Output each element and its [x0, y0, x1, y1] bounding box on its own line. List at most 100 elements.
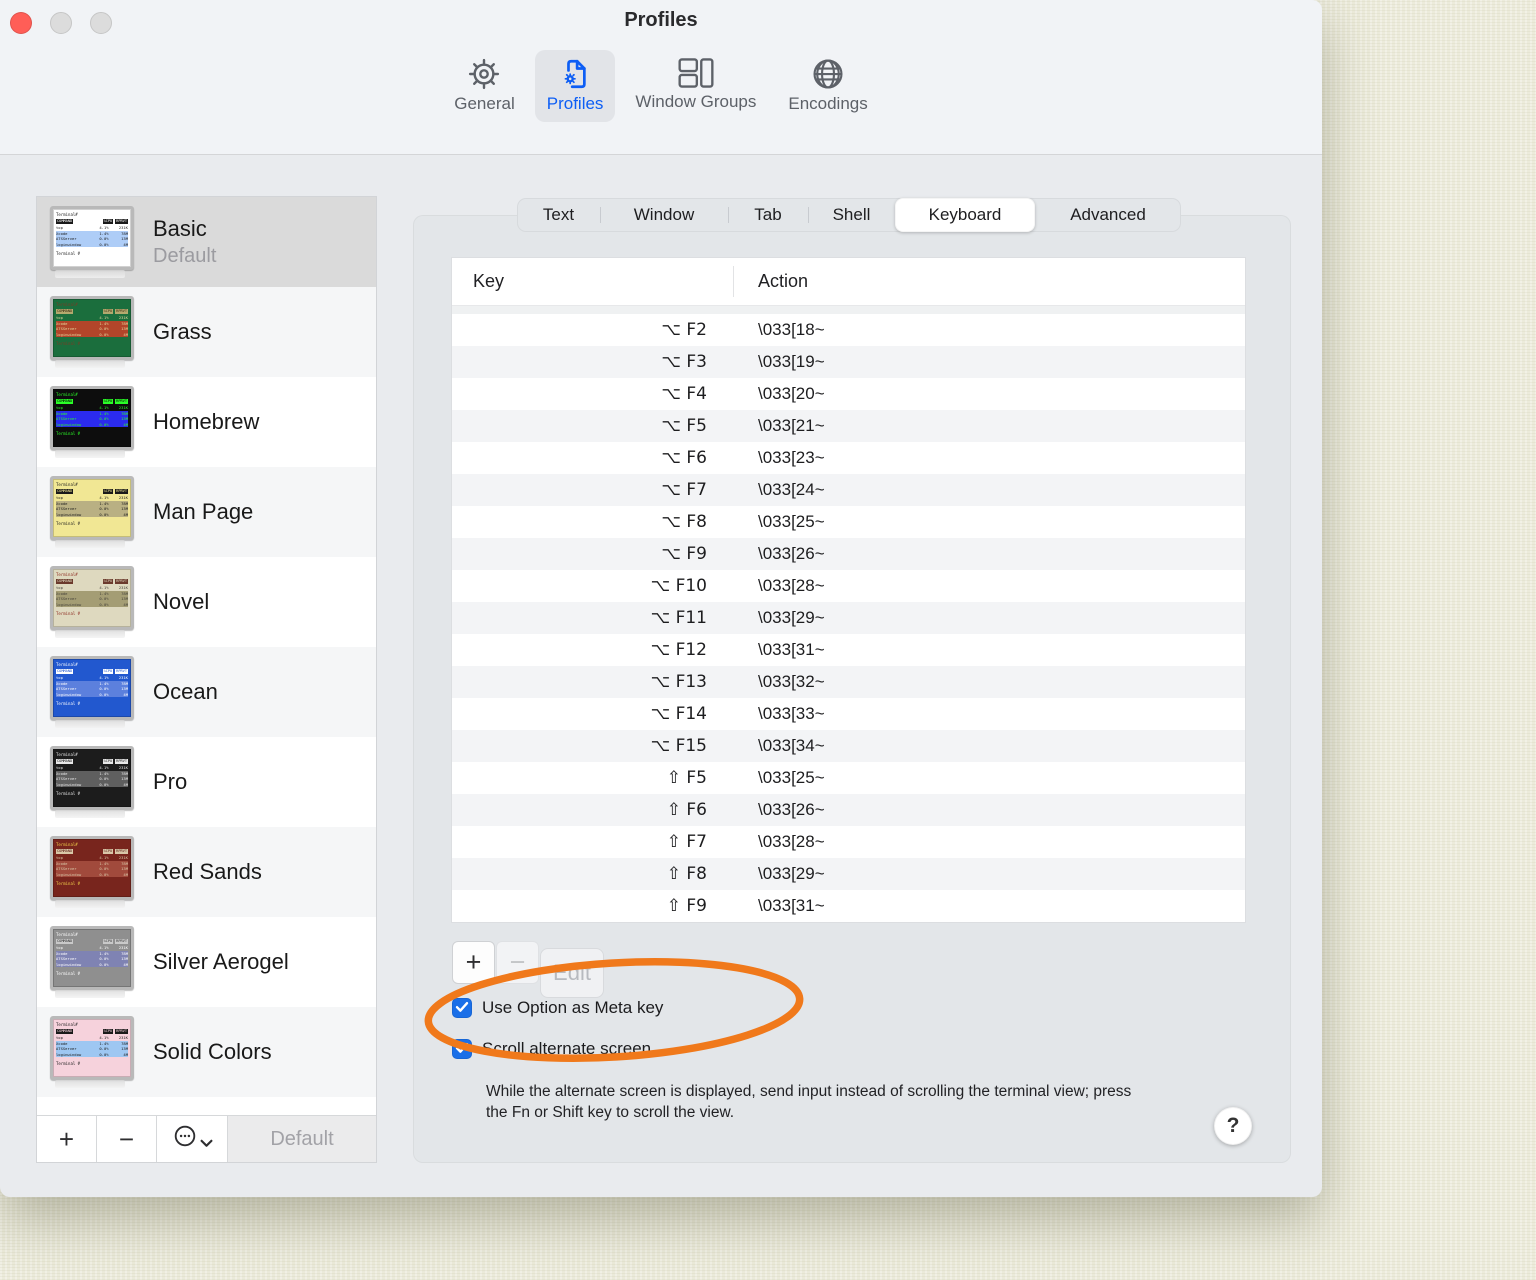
alternate-screen-help-text: While the alternate screen is displayed,… [486, 1083, 1132, 1121]
thumbnail-terminal-title: Terminal# [56, 662, 78, 667]
profile-thumbnail: Terminal# COMMAND %CPU RPRVT top 4.1% 231K… [50, 1016, 134, 1080]
settings-tab-window[interactable]: Window [600, 198, 728, 232]
thumbnail-process-row: loginwindow 0.0% 4M [56, 691, 128, 698]
profile-name: Red Sands [153, 859, 262, 884]
key-mapping-row[interactable]: ⇧ F6 \033[26~ [452, 794, 1245, 826]
desktop: Profiles General Profiles Window Groups … [0, 0, 1536, 1280]
toolbar-item-general[interactable]: General [442, 50, 526, 122]
thumbnail-reflection [55, 810, 125, 818]
use-option-as-meta-checkbox[interactable] [452, 998, 472, 1018]
profile-document-icon [558, 57, 592, 91]
thumbnail-terminal-title: Terminal# [56, 302, 78, 307]
action-cell: \033[21~ [758, 416, 825, 435]
table-header: Key Action [452, 258, 1245, 306]
thumbnail-header-row: COMMAND %CPU RPRVT [56, 849, 128, 854]
key-mapping-row[interactable]: ⌥ F9 \033[26~ [452, 538, 1245, 570]
thumbnail-header-row: COMMAND %CPU RPRVT [56, 579, 128, 584]
key-mapping-row[interactable]: ⌥ F5 \033[21~ [452, 410, 1245, 442]
profile-list-item[interactable]: Terminal# COMMAND %CPU RPRVT top 4.1% 231K… [37, 647, 376, 737]
remove-key-button[interactable]: − [496, 941, 539, 984]
settings-tab-tab[interactable]: Tab [728, 198, 808, 232]
profile-list-item[interactable]: Terminal# COMMAND %CPU RPRVT top 4.1% 231K… [37, 827, 376, 917]
thumbnail-reflection [55, 990, 125, 998]
thumbnail-process-row: loginwindow 0.0% 4M [56, 961, 128, 968]
action-cell: \033[34~ [758, 736, 825, 755]
key-mapping-row[interactable]: ⌥ F4 \033[20~ [452, 378, 1245, 410]
profile-thumbnail: Terminal# COMMAND %CPU RPRVT top 4.1% 231K… [50, 836, 134, 900]
thumbnail-header-row: COMMAND %CPU RPRVT [56, 939, 128, 944]
key-mapping-row[interactable]: ⇧ F7 \033[28~ [452, 826, 1245, 858]
toolbar-item-encodings[interactable]: Encodings [776, 50, 879, 122]
thumbnail-header-row: COMMAND %CPU RPRVT [56, 219, 128, 224]
profile-list-item[interactable]: Terminal# COMMAND %CPU RPRVT top 4.1% 231K… [37, 557, 376, 647]
thumbnail-process-row: loginwindow 0.0% 4M [56, 601, 128, 608]
key-mapping-row[interactable]: ⌥ F6 \033[23~ [452, 442, 1245, 474]
thumbnail-process-row: loginwindow 0.0% 4M [56, 511, 128, 518]
thumbnail-process-row: loginwindow 0.0% 4M [56, 241, 128, 248]
thumbnail-reflection [55, 630, 125, 638]
checkbox-label[interactable]: Use Option as Meta key [482, 998, 663, 1018]
add-key-button[interactable]: + [452, 941, 495, 984]
thumbnail-prompt: Terminal # [56, 611, 81, 617]
gear-icon [467, 57, 501, 91]
chevron-down-icon [200, 1124, 213, 1155]
sidebar-action-bar: + − Default [37, 1115, 376, 1162]
thumbnail-process-row: loginwindow 0.0% 4M [56, 421, 128, 428]
profile-name: Grass [153, 319, 212, 344]
action-cell: \033[26~ [758, 544, 825, 563]
toolbar-item-window-groups[interactable]: Window Groups [623, 50, 768, 120]
thumbnail-prompt: Terminal # [56, 1061, 81, 1067]
checkbox-label[interactable]: Scroll alternate screen [482, 1039, 651, 1059]
set-default-button[interactable]: Default [228, 1116, 376, 1162]
key-mapping-row[interactable]: ⇧ F5 \033[25~ [452, 762, 1245, 794]
thumbnail-prompt: Terminal # [56, 521, 81, 527]
profile-list-item[interactable]: Terminal# COMMAND %CPU RPRVT top 4.1% 231K… [37, 917, 376, 1007]
key-mapping-row[interactable]: ⌥ F15 \033[34~ [452, 730, 1245, 762]
column-header-action[interactable]: Action [758, 271, 808, 292]
settings-tab-keyboard[interactable]: Keyboard [895, 198, 1035, 232]
action-cell: \033[26~ [758, 800, 825, 819]
globe-icon [811, 57, 845, 91]
thumbnail-process-row: loginwindow 0.0% 4M [56, 331, 128, 338]
key-cell: ⌥ F11 [650, 608, 707, 628]
thumbnail-process-row: loginwindow 0.0% 4M [56, 781, 128, 788]
profile-list-item[interactable]: Terminal# COMMAND %CPU RPRVT top 4.1% 231K… [37, 287, 376, 377]
profile-thumbnail: Terminal# COMMAND %CPU RPRVT top 4.1% 231K… [50, 926, 134, 990]
settings-tab-advanced[interactable]: Advanced [1035, 198, 1181, 232]
key-mapping-row[interactable]: ⇧ F9 \033[31~ [452, 890, 1245, 922]
use-option-as-meta-checkbox-row: Use Option as Meta key [452, 998, 663, 1018]
key-mapping-row[interactable]: ⌥ F8 \033[25~ [452, 506, 1245, 538]
scroll-alternate-screen-checkbox[interactable] [452, 1039, 472, 1059]
profile-actions-menu-button[interactable] [157, 1116, 228, 1162]
key-mapping-row[interactable]: ⌥ F14 \033[33~ [452, 698, 1245, 730]
add-profile-button[interactable]: + [37, 1116, 97, 1162]
key-mapping-row[interactable]: ⇧ F8 \033[29~ [452, 858, 1245, 890]
profile-list-item[interactable]: Terminal# COMMAND %CPU RPRVT top 4.1% 231K… [37, 197, 376, 287]
remove-profile-button[interactable]: − [97, 1116, 157, 1162]
profile-list-item[interactable]: Terminal# COMMAND %CPU RPRVT top 4.1% 231K… [37, 1007, 376, 1097]
profile-list-item[interactable]: Terminal# COMMAND %CPU RPRVT top 4.1% 231K… [37, 377, 376, 467]
key-mapping-row[interactable]: ⌥ F11 \033[29~ [452, 602, 1245, 634]
key-mapping-row[interactable]: ⌥ F2 \033[18~ [452, 314, 1245, 346]
profile-thumbnail: Terminal# COMMAND %CPU RPRVT top 4.1% 231K… [50, 746, 134, 810]
settings-tab-text[interactable]: Text [517, 198, 600, 232]
key-mapping-row[interactable]: ⌥ F13 \033[32~ [452, 666, 1245, 698]
key-cell: ⌥ F9 [661, 544, 707, 564]
profile-list-item[interactable]: Terminal# COMMAND %CPU RPRVT top 4.1% 231K… [37, 737, 376, 827]
key-cell: ⌥ F8 [661, 512, 707, 532]
settings-tab-shell[interactable]: Shell [808, 198, 895, 232]
thumbnail-header-row: COMMAND %CPU RPRVT [56, 309, 128, 314]
key-mapping-row[interactable]: ⌥ F10 \033[28~ [452, 570, 1245, 602]
edit-key-button[interactable]: Edit [540, 948, 604, 998]
window-title: Profiles [624, 9, 698, 31]
key-cell: ⌥ F5 [661, 416, 707, 436]
key-mapping-row[interactable]: ⌥ F3 \033[19~ [452, 346, 1245, 378]
key-mapping-row[interactable]: ⌥ F12 \033[31~ [452, 634, 1245, 666]
profile-thumbnail: Terminal# COMMAND %CPU RPRVT top 4.1% 231K… [50, 476, 134, 540]
help-button[interactable]: ? [1214, 1107, 1252, 1145]
column-header-key[interactable]: Key [452, 271, 504, 292]
key-mapping-row[interactable]: ⌥ F7 \033[24~ [452, 474, 1245, 506]
profile-thumbnail: Terminal# COMMAND %CPU RPRVT top 4.1% 231K… [50, 386, 134, 450]
profile-list-item[interactable]: Terminal# COMMAND %CPU RPRVT top 4.1% 231K… [37, 467, 376, 557]
toolbar-item-profiles[interactable]: Profiles [534, 50, 616, 122]
